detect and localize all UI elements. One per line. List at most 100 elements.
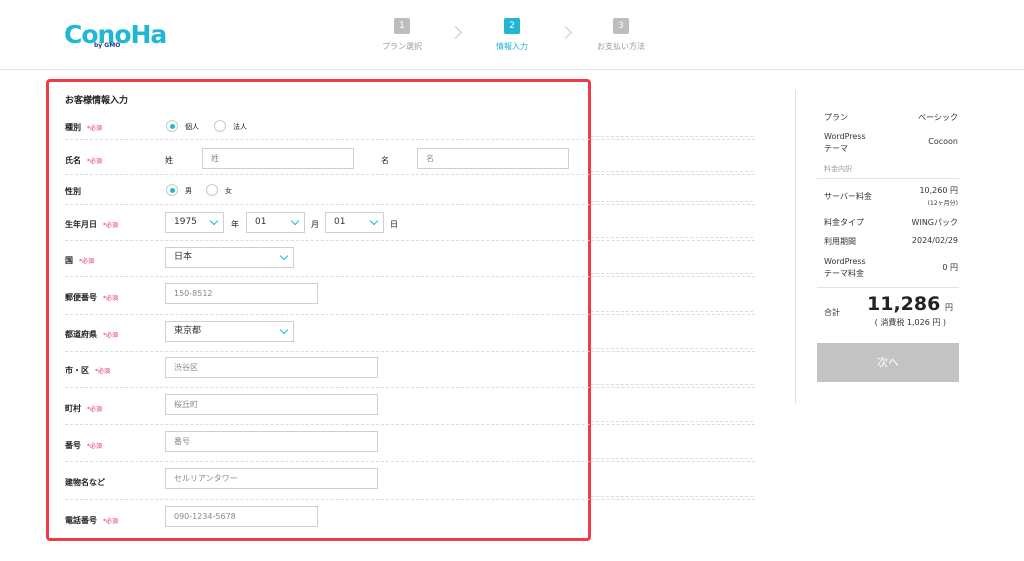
customer-info-form: お客様情報入力 種別 *必須 個人 法人 氏名 *必須 姓 姓 名 名 性別 男 女… [46,79,755,541]
building-input[interactable]: セルリアンタワー [165,468,378,489]
row-divider [591,496,753,497]
postal-code-input[interactable]: 150-8512 [165,283,318,304]
next-button[interactable]: 次へ [817,343,959,382]
row-divider [591,171,753,172]
row-divider [591,458,753,459]
last-name-input[interactable]: 姓 [202,148,354,169]
summary-divider [817,178,959,179]
town-label: 町村 *必須 [65,404,103,413]
gender-female-radio[interactable] [206,184,218,196]
step-1-number: 1 [394,18,410,34]
theme-fee-value: 0 円 [942,263,958,272]
row-divider [591,421,753,422]
number-label: 番号 *必須 [65,441,103,450]
prefecture-select[interactable]: 東京都 [165,321,294,342]
row-prefecture: 都道府県 *必須 東京都 [65,315,755,352]
fee-type-label: 料金タイプ [824,218,864,227]
fee-type-value: WINGパック [911,218,958,227]
summary-divider [817,287,959,288]
chevron-down-icon [279,251,289,261]
server-fee-value: 10,260 円 [919,186,958,195]
type-individual-radio[interactable] [166,120,178,132]
country-label: 国 *必須 [65,256,95,265]
period-value: 2024/02/29 [911,236,958,245]
step-2: 2 情報入力 [472,18,552,52]
row-name: 氏名 *必須 姓 姓 名 名 [65,140,755,175]
theme-fee-label: WordPress テーマ料金 [824,257,866,278]
birth-month-select[interactable]: 01 [246,212,305,233]
row-phone: 電話番号 *必須 090-1234-5678 [65,500,585,536]
last-name-label: 姓 [165,156,173,165]
step-3-number: 3 [613,18,629,34]
row-divider [591,348,753,349]
gender-female-label[interactable]: 女 [225,186,232,196]
theme-label: WordPress テーマ [824,132,866,153]
step-3: 3 お支払い方法 [581,18,661,52]
month-unit: 月 [311,220,319,229]
city-input[interactable]: 渋谷区 [165,357,378,378]
row-town: 町村 *必須 桜丘町 [65,388,755,425]
first-name-input[interactable]: 名 [417,148,569,169]
birth-day-select[interactable]: 01 [325,212,384,233]
summary-period: 利用期間 2024/02/29 [824,236,958,248]
conoha-logo[interactable]: ConoHa by GMO [64,20,167,52]
plan-label: プラン [824,113,848,122]
prefecture-label: 都道府県 *必須 [65,330,119,339]
step-2-number: 2 [504,18,520,34]
phone-input[interactable]: 090-1234-5678 [165,506,318,527]
building-label: 建物名など [65,478,105,487]
step-1: 1 プラン選択 [362,18,442,52]
city-label: 市・区 *必須 [65,366,111,375]
row-divider [591,201,753,202]
row-building: 建物名など セルリアンタワー [65,462,755,500]
summary-theme-fee: WordPress テーマ料金 0 円 [824,256,958,280]
step-3-label: お支払い方法 [597,42,645,51]
gender-male-label[interactable]: 男 [185,186,192,196]
row-number: 番号 *必須 番号 [65,425,755,462]
name-label: 氏名 *必須 [65,156,103,165]
server-fee-note: (12ヶ月分) [927,200,958,207]
day-unit: 日 [390,220,398,229]
theme-value: Cocoon [928,137,958,146]
period-label: 利用期間 [824,237,856,246]
total-unit: 円 [945,303,953,312]
summary-breakdown: 料金内訳 [824,164,958,176]
chevron-down-icon [290,216,300,226]
step-arrow-icon [559,26,572,39]
summary-total: 合計 11,286 円 ( 消費税 1,026 円 ) [824,293,958,333]
sidebar-divider [795,90,796,404]
row-country: 国 *必須 日本 [65,241,755,277]
chevron-down-icon [279,325,289,335]
country-select[interactable]: 日本 [165,247,294,268]
server-fee-label: サーバー料金 [824,192,872,201]
birth-year-select[interactable]: 1975 [165,212,224,233]
logo-sub: by GMO [94,42,121,49]
birthdate-label: 生年月日 *必須 [65,220,119,229]
year-unit: 年 [231,220,239,229]
row-postal: 郵便番号 *必須 150-8512 [65,277,755,315]
phone-label: 電話番号 *必須 [65,516,119,525]
summary-theme: WordPress テーマ Cocoon [824,131,958,155]
row-divider [591,273,753,274]
step-arrow-icon [449,26,462,39]
gender-male-radio[interactable] [166,184,178,196]
type-corporate-radio[interactable] [214,120,226,132]
header: ConoHa by GMO 1 プラン選択 2 情報入力 3 お支払い方法 [0,0,1024,70]
town-input[interactable]: 桜丘町 [165,394,378,415]
tax-note: ( 消費税 1,026 円 ) [874,318,946,327]
summary-fee-type: 料金タイプ WINGパック [824,217,958,229]
summary-plan: プラン ベーシック [824,112,958,124]
row-birthdate: 生年月日 *必須 1975 年 01 月 01 日 [65,205,755,241]
row-divider [591,237,753,238]
row-divider [591,136,753,137]
summary-server-fee: サーバー料金 10,260 円 (12ヶ月分) [824,185,958,209]
type-individual-label[interactable]: 個人 [185,122,199,132]
gender-label: 性別 [65,187,81,196]
chevron-down-icon [369,216,379,226]
plan-value: ベーシック [918,113,958,122]
breakdown-label: 料金内訳 [824,165,852,173]
type-corporate-label[interactable]: 法人 [233,122,247,132]
address-number-input[interactable]: 番号 [165,431,378,452]
chevron-down-icon [209,216,219,226]
total-label: 合計 [824,308,840,317]
